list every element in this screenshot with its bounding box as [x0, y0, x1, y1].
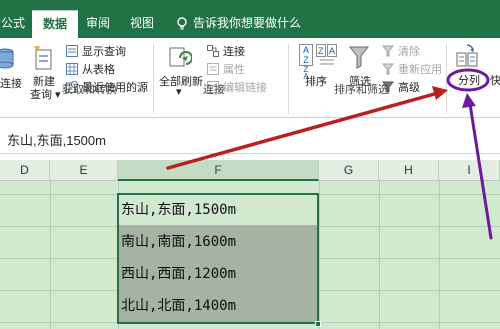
sort-az-bottom: Z [303, 55, 309, 65]
group-divider [288, 44, 289, 114]
show-queries-label: 显示查询 [82, 46, 126, 58]
column-header-g[interactable]: G [319, 160, 379, 181]
filter-icon [348, 46, 370, 69]
column-header-d[interactable]: D [0, 160, 50, 181]
group-divider [446, 44, 447, 114]
advanced-label: 高级 [398, 82, 420, 94]
tab-view[interactable]: 视图 [126, 10, 158, 38]
column-header-h[interactable]: H [379, 160, 439, 181]
text-to-columns-icon [456, 44, 478, 67]
show-queries-button[interactable]: 显示查询 [66, 44, 126, 60]
connections-button[interactable]: 连接 [207, 44, 245, 60]
query-list-icon [66, 45, 78, 57]
tell-me-search[interactable]: 告诉我你想要做什么 [176, 10, 301, 36]
svg-text:Z: Z [318, 46, 324, 56]
connections-icon [207, 45, 219, 57]
properties-button[interactable]: 属性 [207, 62, 245, 78]
cell-f4[interactable]: 北山,北面,1400m [121, 291, 236, 321]
tell-me-label: 告诉我你想要做什么 [193, 16, 302, 30]
connect-button[interactable]: 连接 [0, 75, 22, 91]
chevron-down-icon: ▾ [52, 89, 61, 101]
connections-label: 连接 [223, 46, 245, 58]
cell-f3[interactable]: 西山,西面,1200m [121, 259, 236, 289]
refresh-all-dropdown[interactable]: ▾ [176, 85, 182, 98]
new-query-label-2: 查询 [30, 89, 52, 101]
gridline [439, 181, 440, 329]
column-header-e[interactable]: E [50, 160, 118, 181]
sort-button[interactable]: 排序 [305, 73, 327, 89]
properties-label: 属性 [223, 64, 245, 76]
group-divider [153, 44, 154, 114]
reapply-label: 重新应用 [398, 64, 442, 76]
chevron-down-icon: ▾ [176, 86, 182, 98]
sort-az-top: A [302, 45, 309, 55]
table-icon [66, 63, 78, 75]
new-query-dropdown[interactable]: 查询 ▾ [30, 86, 61, 102]
flash-fill-button[interactable]: 快 [490, 72, 500, 88]
properties-icon [207, 63, 219, 75]
sort-dialog-icon: Z A [316, 44, 337, 65]
tab-review[interactable]: 审阅 [82, 10, 114, 38]
svg-text:A: A [329, 46, 335, 56]
tab-data[interactable]: 数据 [32, 10, 78, 38]
new-query-icon [34, 46, 52, 70]
cell-f1[interactable]: 东山,东面,1500m [121, 195, 236, 225]
group-label-sort-filter: 排序和筛选 [334, 84, 389, 96]
database-icon [0, 48, 14, 69]
edit-links-label: 编辑链接 [223, 82, 267, 94]
column-header-i[interactable]: I [439, 160, 500, 181]
formula-bar[interactable]: 东山,东面,1500m [0, 122, 500, 154]
cell-f2[interactable]: 南山,南面,1600m [121, 227, 236, 257]
sort-ascending-button[interactable]: A Z [299, 44, 313, 66]
clear-filter-icon [382, 45, 394, 57]
clear-label: 清除 [398, 46, 420, 58]
group-label-connections: 连接 [203, 84, 225, 96]
formula-bar-value: 东山,东面,1500m [7, 133, 106, 148]
column-header-f[interactable]: F [118, 160, 319, 181]
refresh-all-icon [169, 47, 192, 67]
gridline [50, 181, 51, 329]
reapply-filter-button[interactable]: 重新应用 [382, 62, 442, 78]
lightbulb-icon [177, 17, 187, 30]
clear-filter-button[interactable]: 清除 [382, 44, 420, 60]
tab-formulas[interactable]: 公式 [0, 10, 26, 38]
group-label-get-transform: 获取和转换 [62, 84, 117, 96]
gridline [379, 181, 380, 329]
from-table-label: 从表格 [82, 64, 115, 76]
gridline [319, 181, 320, 329]
from-table-button[interactable]: 从表格 [66, 62, 115, 78]
ribbon-tab-bar: 公式 数据 审阅 视图 告诉我你想要做什么 [0, 0, 500, 38]
reapply-filter-icon [382, 63, 394, 75]
fill-handle[interactable] [315, 321, 321, 327]
text-to-columns-button[interactable]: 分列 [458, 72, 480, 88]
